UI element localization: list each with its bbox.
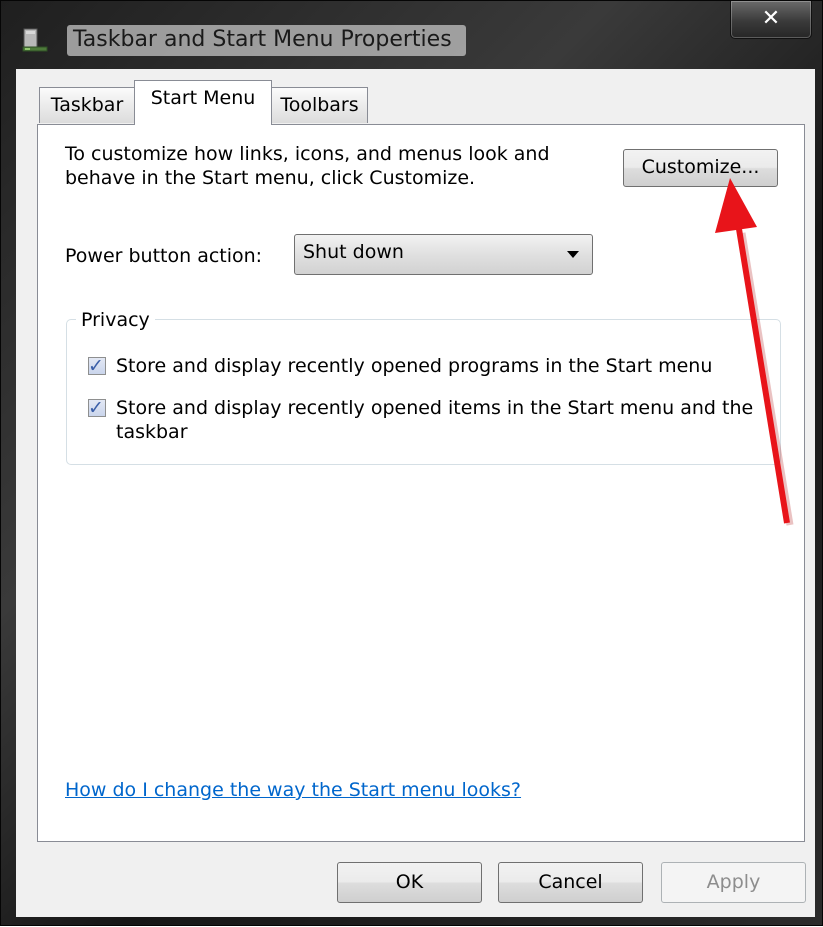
ok-button[interactable]: OK [337, 862, 482, 903]
customize-description-line2: behave in the Start menu, click Customiz… [65, 167, 476, 189]
recent-programs-checkbox[interactable]: ✓ [88, 355, 106, 377]
power-button-label: Power button action: [65, 245, 263, 267]
properties-window: Taskbar and Start Menu Properties ✕ Task… [0, 0, 823, 926]
tab-taskbar[interactable]: Taskbar [39, 87, 135, 123]
apply-button[interactable]: Apply [661, 862, 806, 903]
customize-description-line1: To customize how links, icons, and menus… [65, 143, 550, 165]
start-menu-tab-panel: To customize how links, icons, and menus… [37, 124, 805, 842]
recent-items-label-line1[interactable]: Store and display recently opened items … [116, 395, 753, 421]
tab-start-menu[interactable]: Start Menu [134, 80, 272, 125]
power-button-value: Shut down [303, 241, 404, 263]
title-bar[interactable]: Taskbar and Start Menu Properties ✕ [1, 1, 822, 69]
customize-button[interactable]: Customize... [623, 149, 778, 187]
checkmark-icon: ✓ [88, 355, 104, 377]
tab-toolbars[interactable]: Toolbars [271, 87, 368, 123]
close-icon: ✕ [761, 6, 781, 31]
window-title: Taskbar and Start Menu Properties [67, 25, 466, 56]
power-button-action-dropdown[interactable]: Shut down [294, 234, 593, 275]
recent-programs-label[interactable]: Store and display recently opened progra… [116, 353, 712, 379]
recent-items-checkbox[interactable]: ✓ [88, 397, 106, 419]
help-link[interactable]: How do I change the way the Start menu l… [65, 779, 521, 801]
privacy-group-label: Privacy [76, 307, 155, 333]
recent-items-label-line2[interactable]: taskbar [116, 419, 188, 445]
checkmark-icon: ✓ [88, 397, 104, 419]
taskbar-properties-icon [22, 28, 48, 52]
chevron-down-icon[interactable] [567, 251, 579, 258]
dialog-client-area: Taskbar Start Menu Toolbars To customize… [16, 69, 815, 917]
cancel-button[interactable]: Cancel [498, 862, 643, 903]
close-button[interactable]: ✕ [730, 1, 812, 39]
